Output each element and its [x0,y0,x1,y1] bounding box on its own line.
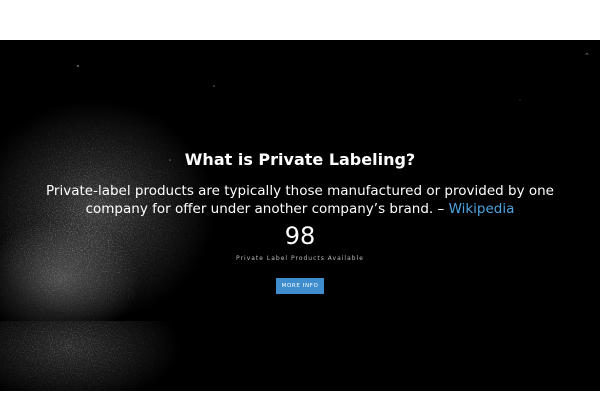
chevron-up-icon[interactable]: ⌃ [584,53,590,60]
product-counter-label: Private Label Products Available [236,255,364,262]
wikipedia-link[interactable]: Wikipedia [449,201,515,217]
page-title: What is Private Labeling? [184,150,416,169]
hero-strip: ⌃ [0,321,600,391]
more-info-button[interactable]: MORE INFO [276,278,324,294]
product-counter: 98 [284,222,316,250]
page: ⌃ What is Private Labeling? Private-labe… [0,0,600,403]
particle-background-strip [0,321,600,391]
description: Private-label products are typically tho… [40,182,560,218]
